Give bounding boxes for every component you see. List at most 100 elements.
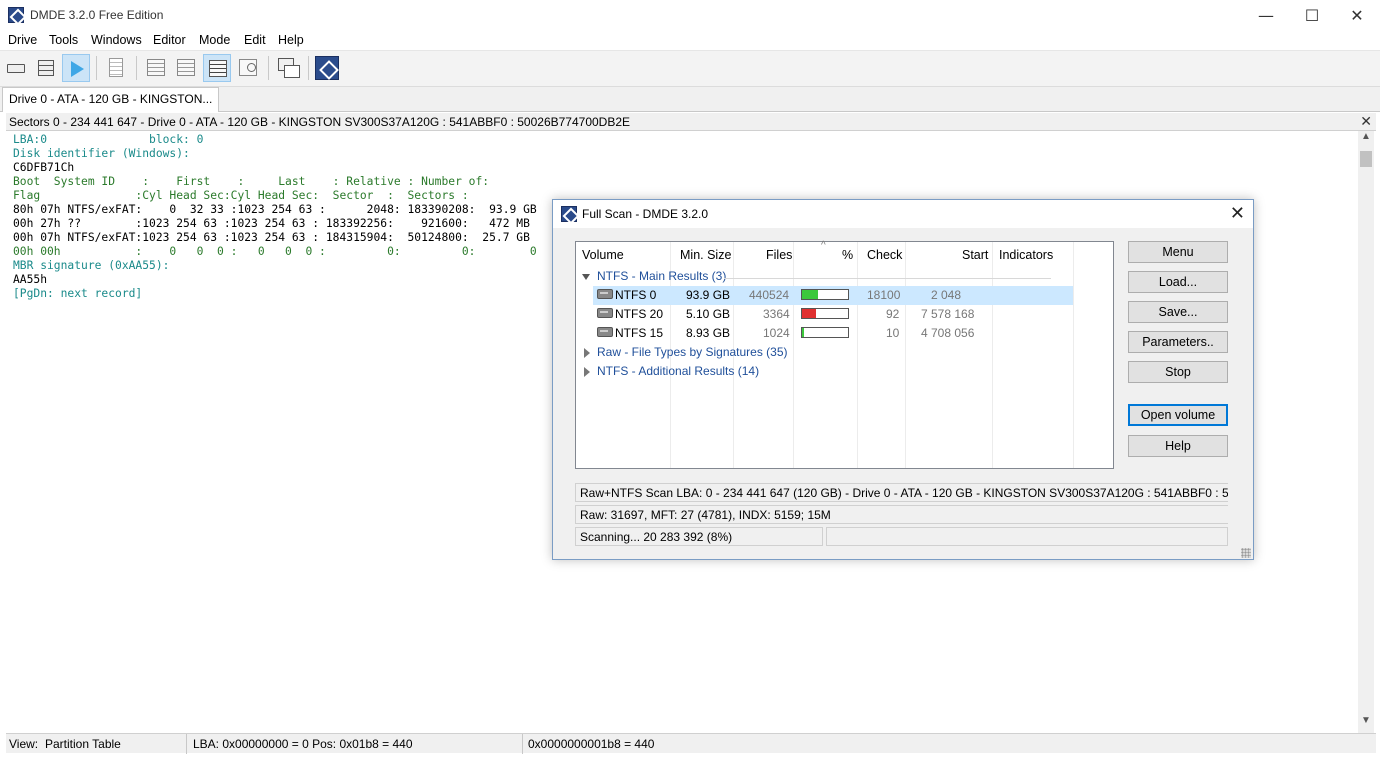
close-panel-icon[interactable]: ✕ — [1360, 113, 1372, 130]
dialog-title-bar: Full Scan - DMDE 3.2.0 ✕ — [553, 200, 1253, 228]
sector-range-label: Sectors 0 - 234 441 647 - Drive 0 - ATA … — [9, 115, 631, 129]
dmde-logo-icon — [315, 56, 339, 80]
menu-windows[interactable]: Windows — [91, 33, 142, 47]
column-check[interactable]: Check — [867, 248, 902, 262]
scan-progress-field — [826, 527, 1228, 546]
text-line: 00h 00h : 0 0 0 : 0 0 0 : 0: 0: 0 — [13, 245, 537, 258]
menu-tools[interactable]: Tools — [49, 33, 78, 47]
column-files[interactable]: Files — [766, 248, 792, 262]
document-icon — [109, 58, 123, 77]
text-line: AA55h — [13, 273, 48, 286]
partitions-icon — [38, 60, 54, 76]
dialog-title: Full Scan - DMDE 3.2.0 — [582, 207, 709, 221]
group-ntfs-additional-results[interactable]: NTFS - Additional Results (14) — [597, 364, 759, 378]
percent-bar — [801, 289, 849, 300]
stop-button[interactable]: Stop — [1128, 361, 1228, 383]
status-divider — [522, 734, 523, 754]
dialog-close-icon[interactable]: ✕ — [1230, 203, 1245, 224]
check-value: 92 — [886, 307, 900, 321]
maximize-button[interactable]: ☐ — [1289, 0, 1335, 30]
column-divider — [905, 242, 906, 468]
scrollbar-thumb[interactable] — [1360, 151, 1372, 167]
partitions-button[interactable] — [32, 54, 60, 82]
percent-bar-fill — [802, 328, 804, 337]
view-mode-value[interactable]: Partition Table — [45, 737, 121, 751]
tree-view-icon — [147, 59, 165, 76]
files-count: 3364 — [763, 307, 790, 321]
expand-raw-results-icon[interactable] — [584, 348, 590, 358]
text-line: 80h 07h NTFS/exFAT: 0 32 33 :1023 254 63… — [13, 203, 537, 216]
minimize-button[interactable]: — — [1243, 0, 1289, 30]
full-scan-button[interactable] — [62, 54, 90, 82]
hard-drive-icon — [597, 327, 613, 337]
resize-grip-icon[interactable] — [1241, 548, 1251, 558]
menu-drive[interactable]: Drive — [8, 33, 37, 47]
status-bar: View: Partition Table LBA: 0x00000000 = … — [6, 733, 1376, 754]
details-view-button[interactable] — [172, 54, 200, 82]
expand-main-results-icon[interactable] — [582, 274, 590, 280]
close-button[interactable]: ✕ — [1334, 0, 1380, 30]
scan-range-info: Raw+NTFS Scan LBA: 0 - 234 441 647 (120 … — [575, 483, 1228, 502]
load-button[interactable]: Load... — [1128, 271, 1228, 293]
menu-button[interactable]: Menu — [1128, 241, 1228, 263]
start-value: 7 578 168 — [921, 307, 975, 321]
group-raw-file-types[interactable]: Raw - File Types by Signatures (35) — [597, 345, 788, 359]
group-ntfs-main-results[interactable]: NTFS - Main Results (3) — [597, 269, 726, 283]
menu-editor[interactable]: Editor — [153, 33, 186, 47]
files-count: 1024 — [763, 326, 790, 340]
result-row[interactable]: NTFS 15 8.93 GB 1024 10 4 708 056 — [593, 324, 1073, 343]
scroll-down-arrow-icon[interactable]: ▼ — [1358, 715, 1374, 731]
text-line: Boot System ID : First : Last : Relative… — [13, 175, 490, 188]
hard-drive-icon — [597, 289, 613, 299]
help-button[interactable]: Help — [1128, 435, 1228, 457]
column-min-size[interactable]: Min. Size — [680, 248, 731, 262]
scan-results-list[interactable]: Volume Min. Size Files ^ % Check Start I… — [575, 240, 1114, 469]
view-label: View: — [9, 737, 39, 751]
menu-help[interactable]: Help — [278, 33, 304, 47]
column-volume[interactable]: Volume — [582, 248, 624, 262]
offset-value: 0x0000000001b8 = 440 — [528, 737, 655, 751]
menu-edit[interactable]: Edit — [244, 33, 266, 47]
toolbar-separator — [308, 56, 309, 80]
min-size: 5.10 GB — [686, 307, 731, 321]
expand-additional-results-icon[interactable] — [584, 367, 590, 377]
find-view-button[interactable] — [234, 54, 262, 82]
tab-drive-0[interactable]: Drive 0 - ATA - 120 GB - KINGSTON... — [2, 87, 220, 112]
menu-mode[interactable]: Mode — [199, 33, 230, 47]
files-count: 440524 — [749, 288, 790, 302]
volume-name: NTFS 15 — [615, 326, 664, 340]
column-divider — [992, 242, 993, 468]
about-button[interactable] — [313, 54, 341, 82]
open-volume-button[interactable]: Open volume — [1128, 404, 1228, 426]
hard-drive-icon — [597, 308, 613, 318]
column-percent[interactable]: % — [842, 248, 853, 262]
windows-icon — [278, 58, 300, 78]
result-row[interactable]: NTFS 0 93.9 GB 440524 18100 2 048 — [593, 286, 1073, 305]
tree-view-button[interactable] — [142, 54, 170, 82]
windows-button[interactable] — [274, 54, 302, 82]
text-line: MBR signature (0xAA55): — [13, 259, 170, 272]
window-title: DMDE 3.2.0 Free Edition — [30, 8, 164, 22]
menu-bar: Drive Tools Windows Editor Mode Edit Hel… — [0, 30, 1380, 51]
file-panel-button[interactable] — [102, 54, 130, 82]
save-button[interactable]: Save... — [1128, 301, 1228, 323]
scan-stats-info: Raw: 31697, MFT: 27 (4781), INDX: 5159; … — [575, 505, 1228, 524]
scroll-up-arrow-icon[interactable]: ▲ — [1358, 131, 1374, 147]
column-start[interactable]: Start — [962, 248, 988, 262]
tab-bar: Drive 0 - ATA - 120 GB - KINGSTON... — [0, 87, 1380, 112]
result-row[interactable]: NTFS 20 5.10 GB 3364 92 7 578 168 — [593, 305, 1073, 324]
list-view-icon — [209, 60, 227, 77]
select-drive-button[interactable] — [2, 54, 30, 82]
toolbar-separator — [136, 56, 137, 80]
toolbar-separator — [96, 56, 97, 80]
list-view-button[interactable] — [203, 54, 231, 82]
vertical-scrollbar[interactable]: ▲ ▼ — [1358, 131, 1374, 733]
toolbar — [0, 51, 1380, 87]
column-indicators[interactable]: Indicators — [999, 248, 1053, 262]
parameters-button[interactable]: Parameters.. — [1128, 331, 1228, 353]
full-scan-dialog: Full Scan - DMDE 3.2.0 ✕ Volume Min. Siz… — [552, 199, 1254, 560]
check-value: 10 — [886, 326, 900, 340]
percent-bar-fill — [802, 290, 818, 299]
details-view-icon — [177, 59, 195, 76]
text-line[interactable]: [PgDn: next record] — [13, 287, 142, 301]
